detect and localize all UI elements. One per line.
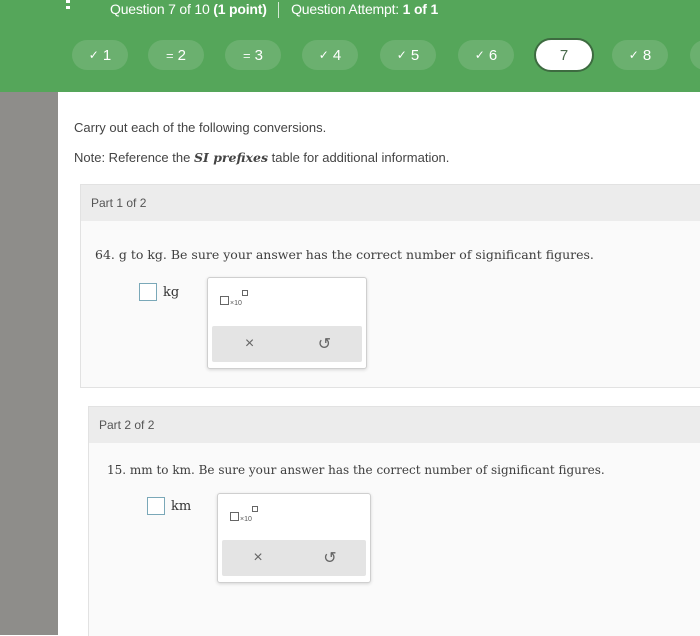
question-content: Carry out each of the following conversi… xyxy=(58,92,700,636)
part-1-header: Part 1 of 2 xyxy=(81,185,700,221)
times-ten-label: ×10 xyxy=(230,300,242,307)
question-nav-1[interactable]: ✓ 1 xyxy=(72,40,128,70)
question-number: Question 7 of 10 xyxy=(110,1,210,17)
part-1-panel: Part 1 of 2 64. g to kg. Be sure your an… xyxy=(80,184,700,388)
attempt-label: Question Attempt: xyxy=(291,1,399,17)
part-1-answer-row: kg xyxy=(139,283,179,301)
partial-icon: = xyxy=(243,47,251,63)
part-2-answer-input[interactable] xyxy=(147,497,165,515)
check-icon: ✓ xyxy=(474,48,485,62)
part-1-unit: kg xyxy=(163,284,180,300)
question-nav-6[interactable]: ✓ 6 xyxy=(458,40,514,70)
question-nav-2[interactable]: = 2 xyxy=(148,40,204,70)
part-1-question: 64. g to kg. Be sure your answer has the… xyxy=(95,247,594,262)
question-navigator: ✓ 1 = 2 = 3 ✓ 4 ✓ 5 ✓ 6 7 ✓ 8 xyxy=(0,38,700,74)
question-header: Question 7 of 10 (1 point) Question Atte… xyxy=(110,1,439,19)
question-nav-label: 4 xyxy=(332,46,342,64)
clear-icon[interactable]: × xyxy=(243,549,273,567)
question-nav-next-partial[interactable] xyxy=(690,40,700,70)
part-2-tool-bar: × ↺ xyxy=(222,540,366,576)
question-nav-label: 2 xyxy=(177,46,186,64)
question-nav-label: 5 xyxy=(410,46,420,64)
scientific-notation-icon[interactable]: ×10 xyxy=(230,506,270,528)
check-icon: ✓ xyxy=(396,48,407,62)
question-nav-4[interactable]: ✓ 4 xyxy=(302,40,358,70)
question-nav-8[interactable]: ✓ 8 xyxy=(612,40,668,70)
question-nav-label: 7 xyxy=(559,46,569,64)
instructions: Carry out each of the following conversi… xyxy=(74,120,327,135)
menu-icon[interactable] xyxy=(66,0,70,16)
undo-icon[interactable]: ↺ xyxy=(315,548,345,568)
question-nav-3[interactable]: = 3 xyxy=(225,40,281,70)
question-nav-label: 1 xyxy=(102,46,112,64)
part-2-answer-row: km xyxy=(147,497,191,515)
part-1-tool-panel: ×10 × ↺ xyxy=(207,277,367,369)
left-gutter xyxy=(0,0,58,635)
part-1-tool-bar: × ↺ xyxy=(212,326,362,362)
clear-icon[interactable]: × xyxy=(235,335,265,353)
question-nav-7-current[interactable]: 7 xyxy=(534,38,594,72)
note-suffix: table for additional information. xyxy=(268,150,450,165)
part-1-label: Part 1 of 2 xyxy=(91,196,147,210)
check-icon: ✓ xyxy=(88,48,99,62)
check-icon: ✓ xyxy=(318,48,329,62)
part-2-header: Part 2 of 2 xyxy=(89,407,700,443)
note: Note: Reference the SI prefixes table fo… xyxy=(74,150,449,165)
header-divider xyxy=(278,2,280,19)
part-2-label: Part 2 of 2 xyxy=(99,418,155,432)
undo-icon[interactable]: ↺ xyxy=(310,334,340,354)
times-ten-label: ×10 xyxy=(240,516,252,523)
check-icon: ✓ xyxy=(628,48,639,62)
question-nav-label: 8 xyxy=(642,46,652,64)
part-2-unit: km xyxy=(171,498,192,514)
question-nav-5[interactable]: ✓ 5 xyxy=(380,40,436,70)
part-2-tool-panel: ×10 × ↺ xyxy=(217,493,371,583)
si-prefixes-link[interactable]: SI prefixes xyxy=(194,150,268,165)
partial-icon: = xyxy=(166,47,174,63)
attempt-value: 1 of 1 xyxy=(402,1,439,17)
note-prefix: Note: Reference the xyxy=(74,150,194,165)
part-1-answer-input[interactable] xyxy=(139,283,157,301)
question-points: (1 point) xyxy=(213,1,267,17)
question-nav-label: 6 xyxy=(488,46,498,64)
part-2-panel: Part 2 of 2 15. mm to km. Be sure your a… xyxy=(88,406,700,636)
top-bar: Question 7 of 10 (1 point) Question Atte… xyxy=(0,0,700,92)
scientific-notation-icon[interactable]: ×10 xyxy=(220,290,260,312)
question-nav-label: 3 xyxy=(254,46,263,64)
part-2-question: 15. mm to km. Be sure your answer has th… xyxy=(107,463,605,477)
